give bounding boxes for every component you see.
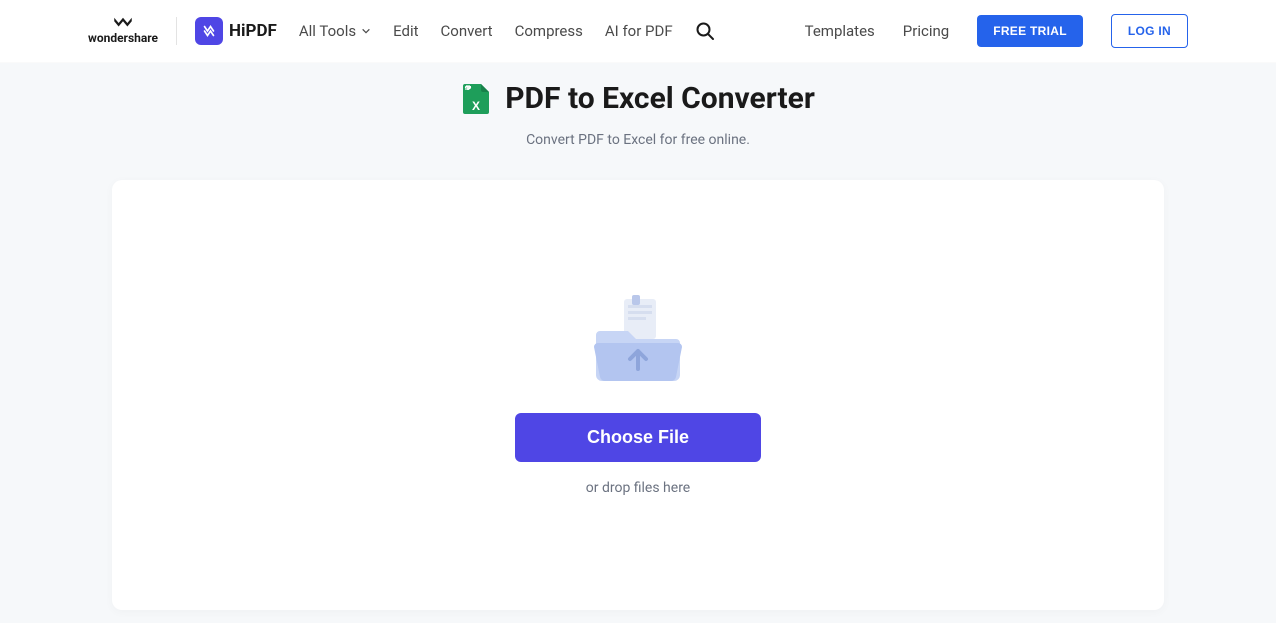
wondershare-logo[interactable]: wondershare — [88, 16, 158, 45]
header: wondershare HiPDF All Tools Edit Convert… — [0, 0, 1276, 63]
page-subtitle: Convert PDF to Excel for free online. — [0, 132, 1276, 148]
nav-all-tools-label: All Tools — [299, 22, 356, 40]
hipdf-label: HiPDF — [229, 21, 277, 41]
svg-text:X: X — [472, 99, 480, 113]
hipdf-icon — [195, 17, 223, 45]
free-trial-button[interactable]: FREE TRIAL — [977, 15, 1083, 47]
nav-compress-label: Compress — [515, 22, 583, 40]
search-icon — [695, 21, 715, 41]
wondershare-icon — [112, 16, 134, 30]
title-row: X PDF to Excel Converter — [0, 81, 1276, 116]
nav-templates[interactable]: Templates — [805, 22, 875, 40]
nav-convert-label: Convert — [441, 22, 493, 40]
search-button[interactable] — [695, 21, 715, 41]
nav-ai-for-pdf[interactable]: AI for PDF — [605, 22, 673, 40]
nav-pricing[interactable]: Pricing — [903, 22, 949, 40]
folder-upload-icon — [588, 295, 688, 385]
upload-card[interactable]: Choose File or drop files here — [112, 180, 1164, 610]
choose-file-button[interactable]: Choose File — [515, 413, 761, 462]
nav-convert[interactable]: Convert — [441, 22, 493, 40]
header-right: Templates Pricing FREE TRIAL LOG IN — [805, 14, 1188, 48]
login-button[interactable]: LOG IN — [1111, 14, 1188, 48]
excel-file-icon: X — [461, 82, 491, 116]
main-nav: All Tools Edit Convert Compress AI for P… — [299, 21, 715, 41]
nav-edit[interactable]: Edit — [393, 22, 418, 40]
main-content: X PDF to Excel Converter Convert PDF to … — [0, 63, 1276, 623]
nav-compress[interactable]: Compress — [515, 22, 583, 40]
brand-group: wondershare HiPDF — [88, 16, 277, 45]
hipdf-logo[interactable]: HiPDF — [195, 17, 277, 45]
wondershare-label: wondershare — [88, 32, 158, 45]
page-title: PDF to Excel Converter — [505, 81, 815, 116]
nav-all-tools[interactable]: All Tools — [299, 22, 371, 40]
nav-edit-label: Edit — [393, 22, 418, 40]
brand-divider — [176, 17, 177, 45]
nav-ai-label: AI for PDF — [605, 22, 673, 40]
drop-hint: or drop files here — [586, 480, 690, 496]
chevron-down-icon — [361, 26, 371, 36]
